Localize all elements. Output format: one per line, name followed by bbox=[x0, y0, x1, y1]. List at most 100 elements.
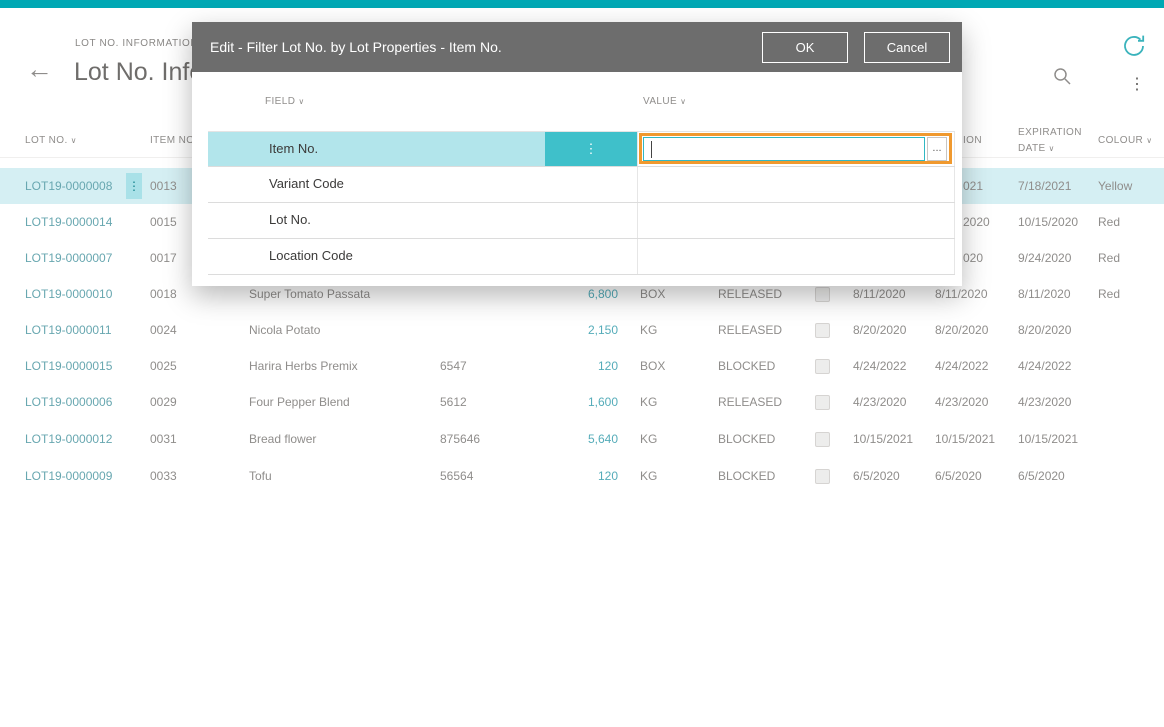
dropdown-caret-icon: ∨ bbox=[298, 97, 304, 106]
colour-cell bbox=[1098, 421, 1162, 457]
value-cell[interactable] bbox=[637, 167, 955, 202]
date-cell: 6/5/2020 bbox=[935, 458, 1013, 494]
sort-caret-icon: ∨ bbox=[1049, 144, 1055, 153]
lot-no-link[interactable]: LOT19-0000010 bbox=[25, 276, 125, 312]
focused-value-editor: ... bbox=[639, 133, 952, 164]
status-cell: BLOCKED bbox=[718, 348, 804, 384]
quantity-link[interactable]: 2,150 bbox=[540, 312, 618, 348]
table-row[interactable]: LOT19-0000012 0031 Bread flower 875646 5… bbox=[0, 421, 1164, 457]
table-row[interactable]: LOT19-0000009 0033 Tofu 56564 120 KG BLO… bbox=[0, 458, 1164, 494]
item-no-cell: 0031 bbox=[150, 421, 222, 457]
table-row[interactable]: LOT19-0000015 0025 Harira Herbs Premix 6… bbox=[0, 348, 1164, 384]
description-cell: Bread flower bbox=[249, 421, 435, 457]
cancel-button[interactable]: Cancel bbox=[864, 32, 950, 63]
colour-cell: Red bbox=[1098, 204, 1162, 240]
sort-caret-icon: ∨ bbox=[1146, 136, 1152, 145]
item-no-cell: 0033 bbox=[150, 458, 222, 494]
quantity-link[interactable]: 120 bbox=[540, 348, 618, 384]
value-cell: ... bbox=[637, 132, 955, 166]
date-cell: 8/20/2020 bbox=[853, 312, 931, 348]
colour-cell bbox=[1098, 348, 1162, 384]
lot-no-link[interactable]: LOT19-0000011 bbox=[25, 312, 125, 348]
column-header-item-no[interactable]: ITEM NO bbox=[150, 133, 194, 149]
search-icon[interactable] bbox=[1052, 66, 1072, 86]
blocked-checkbox[interactable] bbox=[815, 359, 830, 374]
certificate-no-cell bbox=[440, 312, 535, 348]
lot-no-link[interactable]: LOT19-0000007 bbox=[25, 240, 125, 276]
field-name: Item No. bbox=[236, 132, 545, 166]
back-arrow-icon[interactable]: ← bbox=[26, 56, 53, 83]
sort-caret-icon: ∨ bbox=[71, 136, 77, 145]
dialog-header: Edit - Filter Lot No. by Lot Properties … bbox=[192, 22, 962, 72]
expiration-date-cell: 9/24/2020 bbox=[1018, 240, 1096, 276]
quantity-link[interactable]: 5,640 bbox=[540, 421, 618, 457]
column-header-lot-no[interactable]: LOT NO.∨ bbox=[25, 133, 77, 149]
certificate-no-cell: 6547 bbox=[440, 348, 535, 384]
blocked-checkbox[interactable] bbox=[815, 287, 830, 302]
blocked-checkbox[interactable] bbox=[815, 469, 830, 484]
quantity-link[interactable]: 1,600 bbox=[540, 384, 618, 420]
filter-row-lot-no[interactable]: Lot No. bbox=[208, 203, 955, 239]
row-menu-placeholder bbox=[545, 167, 637, 202]
item-no-cell: 0029 bbox=[150, 384, 222, 420]
colour-cell bbox=[1098, 458, 1162, 494]
assist-edit-button[interactable]: ... bbox=[927, 137, 947, 161]
row-context-menu-icon[interactable]: ⋮ bbox=[126, 173, 142, 199]
row-gutter bbox=[208, 132, 236, 166]
field-column-header[interactable]: FIELD∨ bbox=[265, 96, 305, 107]
lot-no-link[interactable]: LOT19-0000014 bbox=[25, 204, 125, 240]
colour-cell bbox=[1098, 312, 1162, 348]
lot-no-link[interactable]: LOT19-0000015 bbox=[25, 348, 125, 384]
ok-button[interactable]: OK bbox=[762, 32, 848, 63]
date-cell: 10/15/2021 bbox=[853, 421, 931, 457]
status-cell: BLOCKED bbox=[718, 458, 804, 494]
blocked-checkbox[interactable] bbox=[815, 323, 830, 338]
row-menu-ellipsis-icon[interactable]: ⋮ bbox=[545, 132, 637, 166]
covered-date-fragment: 020 bbox=[963, 240, 1013, 276]
more-options-icon[interactable]: ⋮ bbox=[1128, 74, 1146, 96]
dialog-title: Edit - Filter Lot No. by Lot Properties … bbox=[210, 39, 746, 55]
value-cell[interactable] bbox=[637, 239, 955, 274]
item-no-filter-input[interactable] bbox=[643, 137, 925, 161]
description-cell: Tofu bbox=[249, 458, 435, 494]
filter-row-variant-code[interactable]: Variant Code bbox=[208, 167, 955, 203]
date-cell: 6/5/2020 bbox=[853, 458, 931, 494]
column-header-covered-fragment: ION bbox=[963, 133, 982, 149]
dropdown-caret-icon: ∨ bbox=[680, 97, 686, 106]
unit-cell: KG bbox=[640, 384, 696, 420]
item-no-cell: 0025 bbox=[150, 348, 222, 384]
date-cell: 4/23/2020 bbox=[853, 384, 931, 420]
value-column-header[interactable]: VALUE∨ bbox=[643, 96, 686, 107]
table-row[interactable]: LOT19-0000011 0024 Nicola Potato 2,150 K… bbox=[0, 312, 1164, 348]
status-cell: RELEASED bbox=[718, 312, 804, 348]
lot-no-link[interactable]: LOT19-0000006 bbox=[25, 384, 125, 420]
description-cell: Four Pepper Blend bbox=[249, 384, 435, 420]
expiration-date-cell: 10/15/2020 bbox=[1018, 204, 1096, 240]
covered-date-fragment: 021 bbox=[963, 168, 1013, 204]
filter-row-item-no[interactable]: Item No. ⋮ ... bbox=[208, 131, 955, 167]
lot-no-link[interactable]: LOT19-0000012 bbox=[25, 421, 125, 457]
certificate-no-cell: 875646 bbox=[440, 421, 535, 457]
certificate-no-cell: 5612 bbox=[440, 384, 535, 420]
column-header-expiration-date[interactable]: EXPIRATION DATE∨ bbox=[1018, 125, 1086, 157]
status-cell: BLOCKED bbox=[718, 421, 804, 457]
field-name: Variant Code bbox=[236, 167, 545, 202]
lot-no-link[interactable]: LOT19-0000009 bbox=[25, 458, 125, 494]
quantity-link[interactable]: 120 bbox=[540, 458, 618, 494]
lot-no-link[interactable]: LOT19-0000008 bbox=[25, 168, 125, 204]
page-title: Lot No. Infor bbox=[74, 58, 212, 87]
column-header-colour[interactable]: COLOUR∨ bbox=[1098, 133, 1152, 149]
date-cell: 4/23/2020 bbox=[935, 384, 1013, 420]
blocked-checkbox[interactable] bbox=[815, 432, 830, 447]
certificate-no-cell: 56564 bbox=[440, 458, 535, 494]
item-no-cell: 0024 bbox=[150, 312, 222, 348]
filter-row-location-code[interactable]: Location Code bbox=[208, 239, 955, 275]
value-cell[interactable] bbox=[637, 203, 955, 238]
colour-cell: Red bbox=[1098, 240, 1162, 276]
table-row[interactable]: LOT19-0000006 0029 Four Pepper Blend 561… bbox=[0, 384, 1164, 420]
refresh-icon[interactable] bbox=[1120, 32, 1148, 60]
unit-cell: KG bbox=[640, 458, 696, 494]
field-name: Location Code bbox=[236, 239, 545, 274]
blocked-checkbox[interactable] bbox=[815, 395, 830, 410]
unit-cell: KG bbox=[640, 312, 696, 348]
